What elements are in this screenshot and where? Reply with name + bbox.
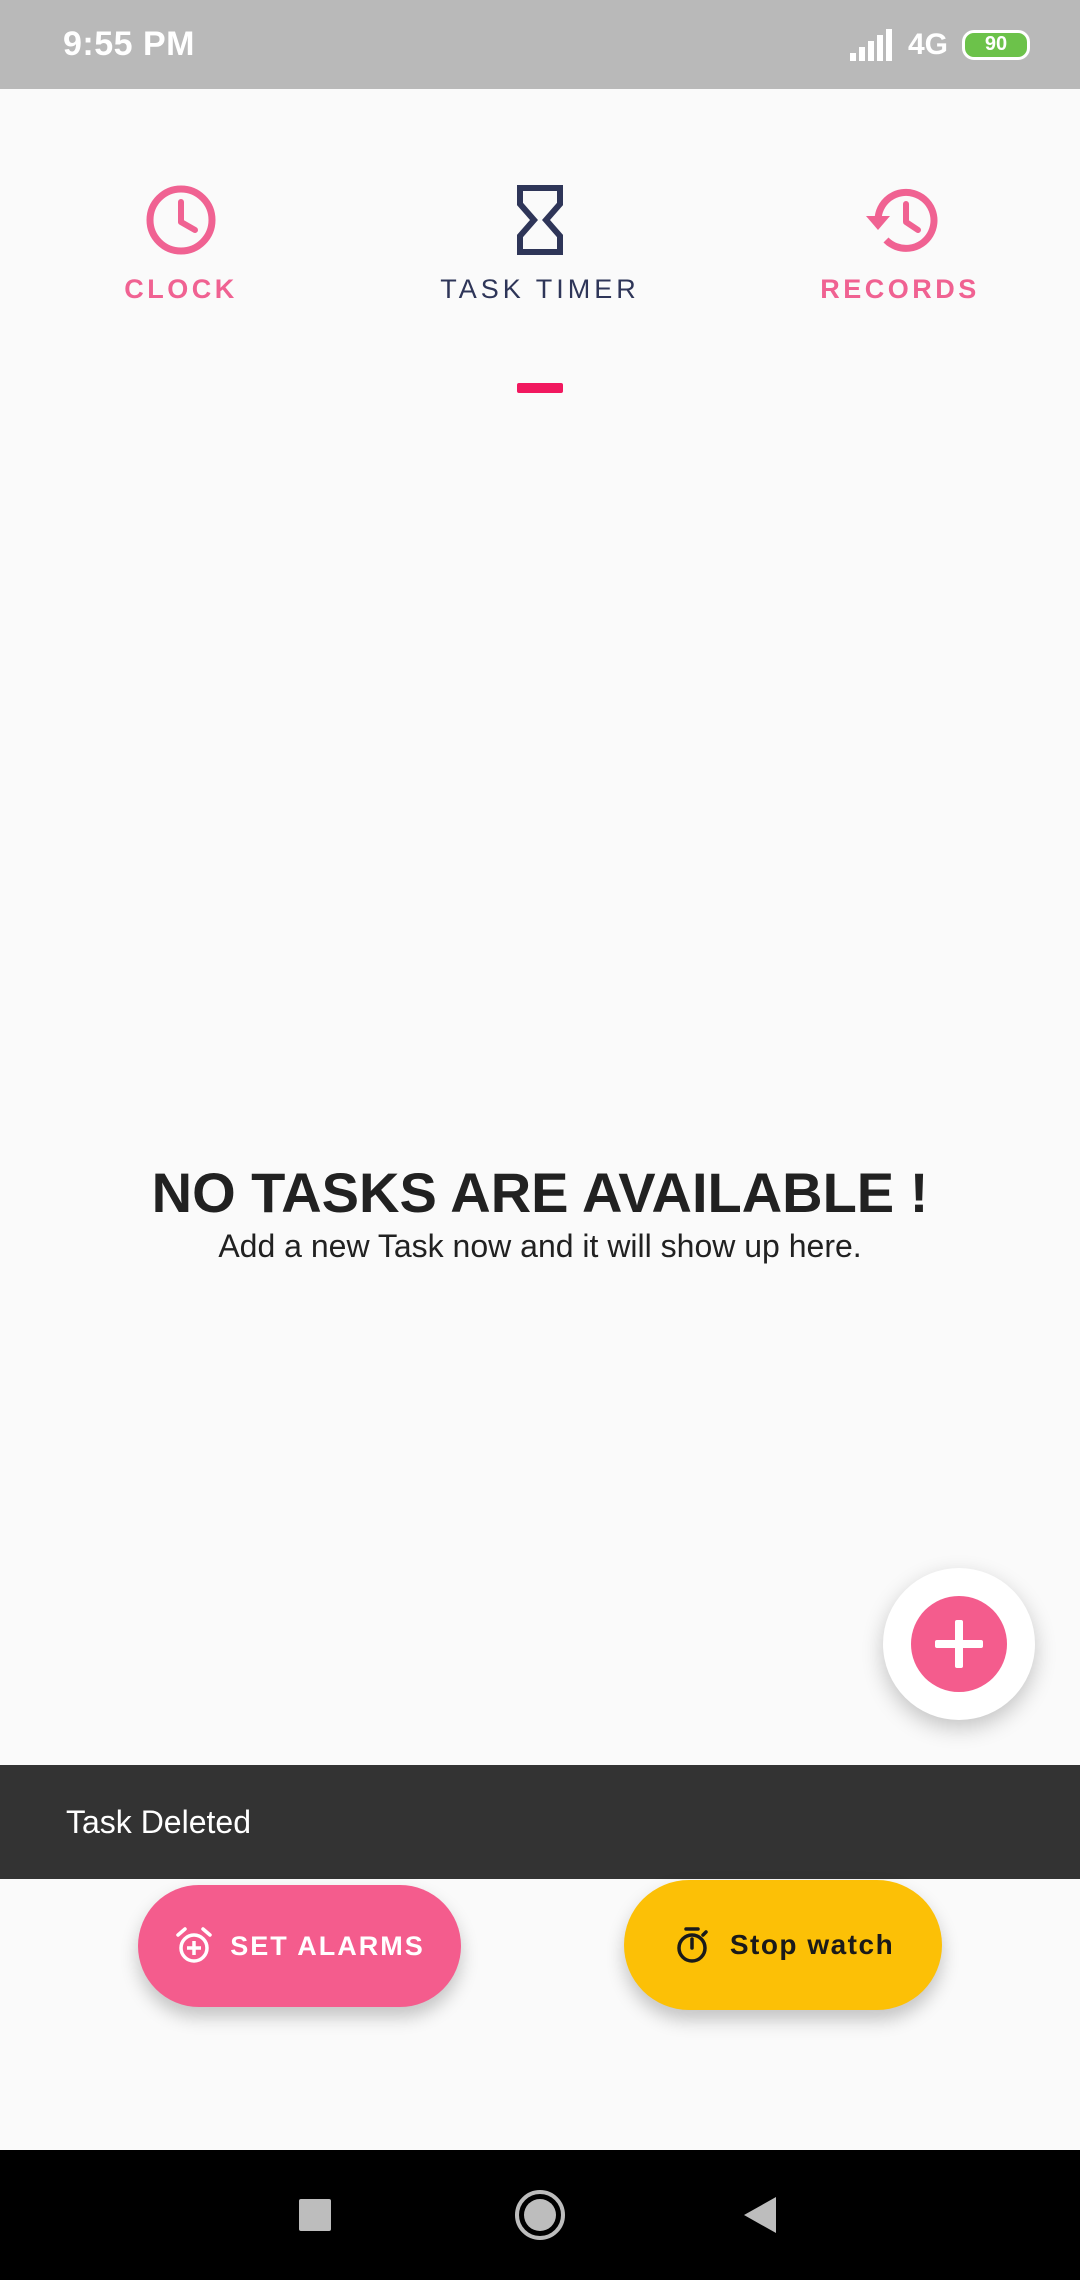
set-alarms-button[interactable]: SET ALARMS	[138, 1885, 461, 2007]
set-alarms-label: SET ALARMS	[230, 1930, 425, 1961]
empty-state-subtitle: Add a new Task now and it will show up h…	[218, 1228, 862, 1264]
signal-icon	[849, 28, 892, 61]
status-bar: 9:55 PM 4G 90	[0, 0, 1080, 89]
empty-state-title: NO TASKS ARE AVAILABLE !	[151, 1161, 929, 1224]
timer-icon	[677, 1927, 708, 1963]
network-type: 4G	[907, 27, 948, 61]
tab-records-label: RECORDS	[820, 274, 980, 304]
tab-task-timer-label: TASK TIMER	[440, 274, 640, 304]
tab-clock-label: CLOCK	[124, 274, 238, 304]
tab-clock[interactable]: CLOCK	[31, 180, 331, 340]
tab-bar: CLOCK TASK TIMER RECORDS	[0, 180, 1080, 340]
stopwatch-button[interactable]: Stop watch	[624, 1880, 942, 2010]
tab-task-timer[interactable]: TASK TIMER	[390, 180, 690, 340]
back-icon	[744, 2197, 776, 2233]
home-icon	[515, 2190, 565, 2240]
recents-icon	[299, 2199, 331, 2231]
home-button[interactable]	[505, 2150, 575, 2280]
recents-button[interactable]	[280, 2150, 350, 2280]
system-nav-bar	[0, 2150, 1080, 2280]
hourglass-icon	[517, 185, 563, 255]
add-task-button[interactable]	[883, 1568, 1035, 1720]
battery-icon: 90	[962, 29, 1030, 60]
alarm-add-icon	[176, 1927, 212, 1963]
clock-icon	[146, 185, 216, 255]
battery-level: 90	[984, 33, 1008, 55]
status-icons: 4G 90	[849, 27, 1030, 62]
plus-icon	[935, 1620, 983, 1668]
stopwatch-label: Stop watch	[729, 1929, 895, 1960]
status-time: 9:55 PM	[63, 25, 195, 63]
snackbar: Task Deleted	[0, 1765, 1080, 1879]
back-button[interactable]	[725, 2150, 795, 2280]
history-icon	[866, 188, 938, 252]
snackbar-message: Task Deleted	[66, 1803, 251, 1840]
tab-indicator	[517, 383, 563, 393]
tab-records[interactable]: RECORDS	[750, 180, 1050, 340]
add-task-button-inner	[911, 1596, 1007, 1692]
